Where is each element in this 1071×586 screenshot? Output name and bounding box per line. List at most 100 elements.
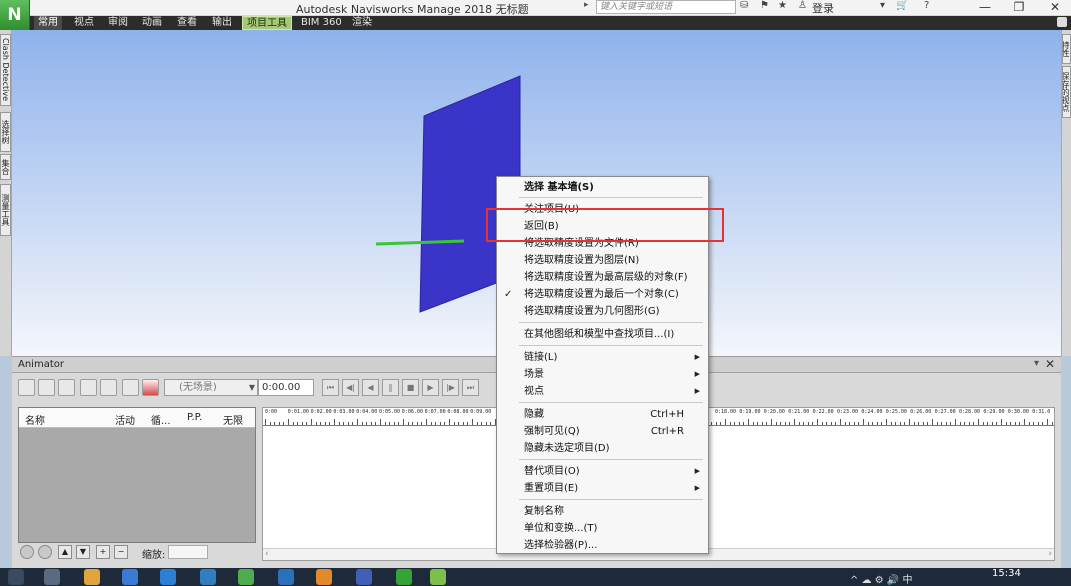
context-menu-item[interactable]: 将选取精度设置为最高层级的对象(F) bbox=[497, 269, 708, 286]
column-infinite[interactable]: 无限 bbox=[223, 412, 243, 427]
panel-menu-icon[interactable]: ▾ bbox=[1034, 358, 1039, 369]
menu-item-label: 视点 bbox=[524, 386, 544, 397]
store-icon[interactable] bbox=[160, 569, 176, 585]
ruler-tick bbox=[403, 419, 404, 425]
tab-properties[interactable]: 特性 bbox=[1062, 34, 1071, 64]
add-animation-set-button[interactable] bbox=[58, 379, 75, 396]
system-tray[interactable]: ^ ☁ ⚙ 🔊 中 bbox=[850, 571, 913, 586]
context-menu-item[interactable]: 隐藏 Ctrl+H bbox=[497, 406, 708, 423]
rewind-button[interactable]: ⏮ bbox=[322, 379, 339, 396]
wechat-icon[interactable] bbox=[430, 569, 446, 585]
close-button[interactable]: ✕ bbox=[1040, 0, 1070, 16]
minimize-button[interactable]: — bbox=[970, 0, 1000, 16]
play-button[interactable]: ▶ bbox=[422, 379, 439, 396]
context-menu-item[interactable]: 重置项目(E) ▶ bbox=[497, 480, 708, 497]
binoculars-icon[interactable]: ⛁ bbox=[740, 0, 748, 11]
toggle-keyframe-button[interactable] bbox=[142, 379, 159, 396]
tab-output[interactable]: 输出 bbox=[208, 16, 236, 30]
pause-button[interactable]: ‖ bbox=[382, 379, 399, 396]
scroll-right-icon[interactable]: › bbox=[1048, 549, 1052, 559]
zoom-in-icon[interactable]: + bbox=[96, 545, 110, 559]
subscription-icon[interactable]: ⚑ bbox=[760, 0, 769, 11]
column-loop[interactable]: 循... bbox=[151, 412, 171, 427]
tab-animation[interactable]: 动画 bbox=[138, 16, 166, 30]
scene-select[interactable]: (无场景) ▼ bbox=[164, 379, 258, 396]
context-menu-item[interactable]: 视点 ▶ bbox=[497, 383, 708, 400]
column-name[interactable]: 名称 bbox=[25, 412, 45, 427]
move-up-icon[interactable]: ▲ bbox=[58, 545, 72, 559]
delete-icon[interactable] bbox=[38, 545, 52, 559]
fast-forward-button[interactable]: ⏭ bbox=[462, 379, 479, 396]
context-menu-item[interactable]: 选择 基本墙(S) bbox=[497, 179, 708, 196]
cart-icon[interactable]: 🛒 bbox=[896, 0, 908, 11]
context-menu-item[interactable]: 将选取精度设置为几何图形(G) bbox=[497, 303, 708, 320]
context-menu-item[interactable]: 复制名称 bbox=[497, 503, 708, 520]
restore-button[interactable]: ❐ bbox=[1004, 0, 1034, 16]
tab-review[interactable]: 审阅 bbox=[104, 16, 132, 30]
capture-keyframe-button[interactable] bbox=[122, 379, 139, 396]
start-icon[interactable] bbox=[8, 569, 24, 585]
context-menu-item[interactable]: 将选取精度设置为最后一个对象(C) ✓ bbox=[497, 286, 708, 303]
play-reverse-button[interactable]: ◀ bbox=[362, 379, 379, 396]
tab-sets[interactable]: 集合 bbox=[0, 154, 11, 180]
context-menu-item[interactable]: 链接(L) ▶ bbox=[497, 349, 708, 366]
add-camera-button[interactable] bbox=[38, 379, 55, 396]
move-down-icon[interactable]: ▼ bbox=[76, 545, 90, 559]
file-explorer-icon[interactable] bbox=[84, 569, 100, 585]
app-icon-3[interactable] bbox=[278, 569, 294, 585]
context-menu-item[interactable]: 在其他图纸和模型中查找项目...(I) bbox=[497, 326, 708, 343]
tab-home[interactable]: 常用 bbox=[34, 16, 62, 30]
browser-icon[interactable] bbox=[122, 569, 138, 585]
help-icon[interactable]: ? bbox=[924, 0, 929, 11]
scroll-left-icon[interactable]: ‹ bbox=[265, 549, 269, 559]
login-button[interactable]: 登录 bbox=[812, 0, 834, 16]
add-icon[interactable] bbox=[20, 545, 34, 559]
search-input[interactable]: 键入关键字或短语 bbox=[596, 0, 736, 14]
tab-saved-viewpoints[interactable]: 保存的视点 bbox=[1062, 66, 1071, 118]
zoom-input[interactable] bbox=[168, 545, 208, 559]
navisworks-taskbar-icon[interactable] bbox=[396, 569, 412, 585]
translate-button[interactable] bbox=[80, 379, 97, 396]
tab-view[interactable]: 查看 bbox=[173, 16, 201, 30]
context-menu-item[interactable]: 强制可见(Q) Ctrl+R bbox=[497, 423, 708, 440]
user-icon[interactable]: ♙ bbox=[798, 0, 807, 11]
tab-viewpoint[interactable]: 视点 bbox=[70, 16, 98, 30]
login-dropdown-icon[interactable]: ▾ bbox=[880, 0, 885, 11]
rotate-button[interactable] bbox=[100, 379, 117, 396]
context-menu-item[interactable]: 替代项目(O) ▶ bbox=[497, 463, 708, 480]
app-icon-4[interactable] bbox=[316, 569, 332, 585]
tab-clash-detective[interactable]: Clash Detective bbox=[0, 34, 11, 106]
animation-scene-list[interactable]: 名称 活动 循... P.P. 无限 bbox=[18, 407, 256, 543]
column-pp[interactable]: P.P. bbox=[187, 412, 202, 423]
tab-project-tools[interactable]: 项目工具 bbox=[242, 16, 292, 30]
tab-render[interactable]: 渲染 bbox=[348, 16, 376, 30]
step-forward-button[interactable]: |▶ bbox=[442, 379, 459, 396]
stop-button[interactable]: ■ bbox=[402, 379, 419, 396]
context-menu-item[interactable]: 返回(B) bbox=[497, 218, 708, 235]
star-icon[interactable]: ★ bbox=[778, 0, 787, 11]
ribbon-minimize-icon[interactable] bbox=[1057, 17, 1067, 27]
column-active[interactable]: 活动 bbox=[115, 412, 135, 427]
context-menu-item[interactable]: 将选取精度设置为图层(N) bbox=[497, 252, 708, 269]
app-logo[interactable]: N bbox=[0, 0, 30, 30]
zoom-out-icon[interactable]: − bbox=[114, 545, 128, 559]
context-menu-item[interactable]: 隐藏未选定项目(D) bbox=[497, 440, 708, 457]
context-menu-item[interactable]: 选择检验器(P)... bbox=[497, 537, 708, 554]
step-back-button[interactable]: ◀| bbox=[342, 379, 359, 396]
clock[interactable]: 15:34 bbox=[992, 568, 1021, 579]
app-icon-5[interactable] bbox=[356, 569, 372, 585]
add-scene-button[interactable] bbox=[18, 379, 35, 396]
app-icon-2[interactable] bbox=[238, 569, 254, 585]
context-menu-item[interactable]: 关注项目(U) bbox=[497, 201, 708, 218]
app-icon-1[interactable] bbox=[200, 569, 216, 585]
panel-close-icon[interactable]: ✕ bbox=[1045, 357, 1055, 371]
time-position-input[interactable]: 0:00.00 bbox=[258, 379, 314, 396]
context-menu-item[interactable]: 将选取精度设置为文件(R) bbox=[497, 235, 708, 252]
tab-selection-tree[interactable]: 选择树 bbox=[0, 112, 11, 152]
context-menu-item[interactable]: 场景 ▶ bbox=[497, 366, 708, 383]
context-menu-item[interactable]: 单位和变换...(T) bbox=[497, 520, 708, 537]
task-view-icon[interactable] bbox=[44, 569, 60, 585]
ruler-tick-label: 0:19.00 bbox=[739, 409, 761, 415]
tab-bim360[interactable]: BIM 360 bbox=[297, 16, 346, 30]
tab-measure-tools[interactable]: 测量工具 bbox=[0, 184, 11, 236]
